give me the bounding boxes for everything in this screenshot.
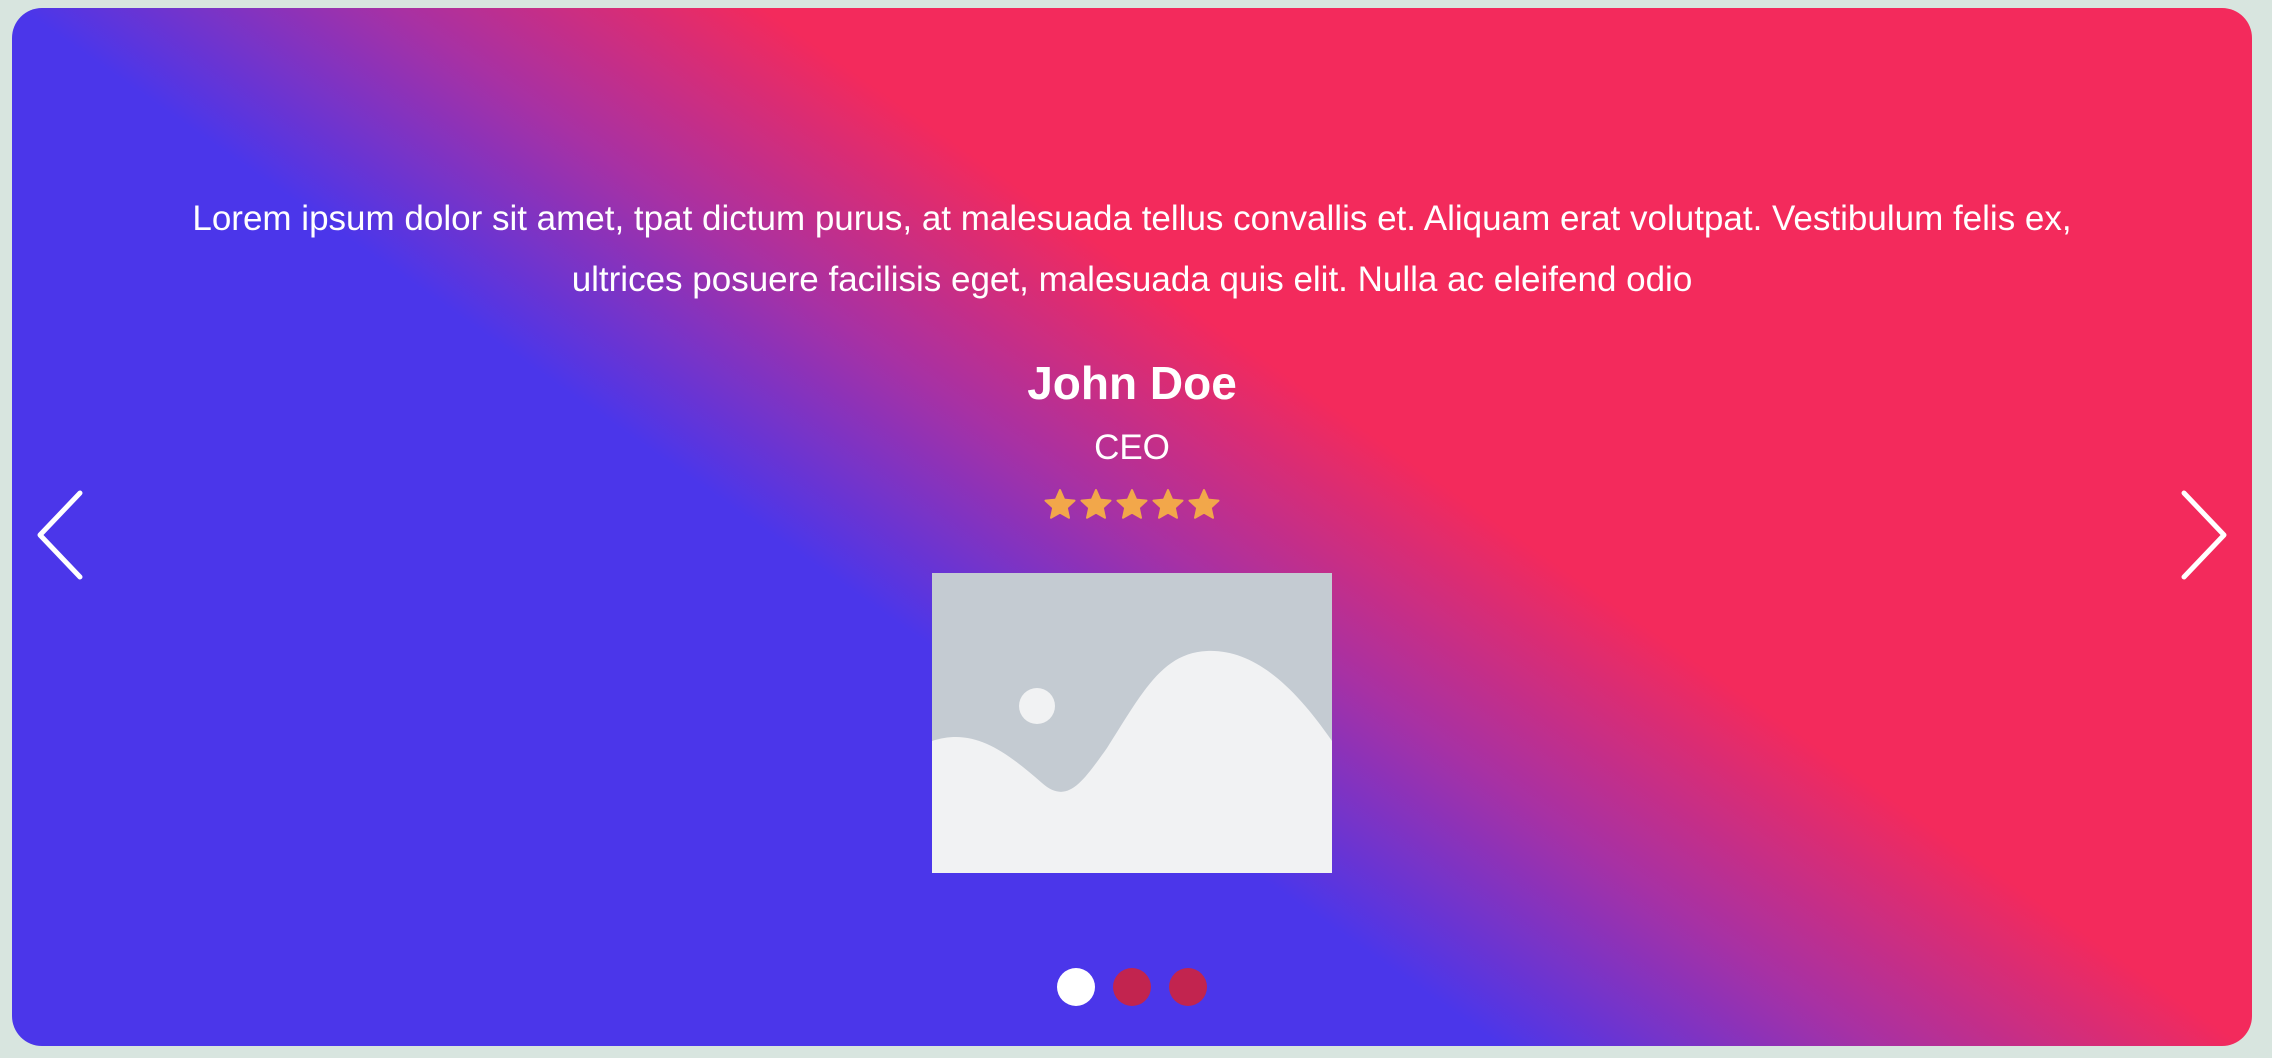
image-placeholder-icon — [932, 573, 1332, 873]
carousel-dot[interactable] — [1057, 968, 1095, 1006]
testimonial-carousel: Lorem ipsum dolor sit amet, tpat dictum … — [12, 8, 2252, 1046]
chevron-right-icon[interactable] — [2172, 485, 2232, 585]
testimonial-quote: Lorem ipsum dolor sit amet, tpat dictum … — [192, 199, 2072, 299]
carousel-pagination — [12, 968, 2252, 1006]
star-icon — [1188, 489, 1220, 519]
star-icon — [1152, 489, 1184, 519]
star-icon — [1080, 489, 1112, 519]
star-icon — [1116, 489, 1148, 519]
testimonial-name: John Doe — [1027, 357, 1237, 409]
star-rating — [12, 488, 2252, 522]
carousel-dot[interactable] — [1169, 968, 1207, 1006]
testimonial-slide: Lorem ipsum dolor sit amet, tpat dictum … — [12, 8, 2252, 1046]
carousel-dot[interactable] — [1113, 968, 1151, 1006]
chevron-left-icon[interactable] — [32, 485, 92, 585]
testimonial-role: CEO — [1094, 428, 1170, 467]
star-icon — [1044, 489, 1076, 519]
